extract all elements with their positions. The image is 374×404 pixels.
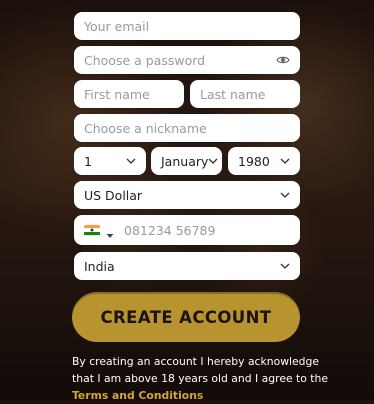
currency-value: US Dollar: [84, 187, 143, 203]
dob-year-select[interactable]: 1980: [228, 147, 300, 175]
disclaimer-text: By creating an account I hereby acknowle…: [72, 355, 329, 385]
nickname-placeholder: Choose a nickname: [84, 120, 207, 136]
phone-field[interactable]: 081234 56789: [74, 215, 300, 245]
country-select[interactable]: India: [74, 252, 300, 280]
chevron-down-icon: [280, 261, 290, 271]
last-name-field[interactable]: Last name: [190, 80, 300, 108]
india-flag-icon: [84, 224, 100, 236]
terms-disclaimer: By creating an account I hereby acknowle…: [72, 353, 332, 404]
dob-month-select[interactable]: January: [151, 147, 222, 175]
first-name-placeholder: First name: [84, 86, 150, 102]
chevron-down-icon: [280, 190, 290, 200]
caret-down-icon: [106, 227, 114, 238]
password-placeholder: Choose a password: [84, 52, 206, 68]
country-value: India: [84, 258, 115, 274]
phone-placeholder: 081234 56789: [124, 222, 216, 238]
dob-year-value: 1980: [238, 153, 270, 169]
dob-day-value: 1: [84, 153, 92, 169]
chevron-down-icon: [208, 156, 218, 166]
create-account-label: CREATE ACCOUNT: [100, 307, 272, 327]
terms-and-conditions-link[interactable]: Terms and Conditions: [72, 389, 203, 402]
eye-icon[interactable]: [276, 55, 290, 65]
currency-select[interactable]: US Dollar: [74, 181, 300, 209]
email-placeholder: Your email: [84, 18, 150, 34]
first-name-field[interactable]: First name: [74, 80, 184, 108]
chevron-down-icon: [126, 156, 136, 166]
last-name-placeholder: Last name: [200, 86, 266, 102]
email-field[interactable]: Your email: [74, 12, 300, 40]
nickname-field[interactable]: Choose a nickname: [74, 114, 300, 142]
password-field[interactable]: Choose a password: [74, 46, 300, 74]
create-account-button[interactable]: CREATE ACCOUNT: [72, 292, 300, 342]
dob-month-value: January: [161, 153, 209, 169]
dob-day-select[interactable]: 1: [74, 147, 146, 175]
phone-country-picker[interactable]: [84, 224, 114, 238]
chevron-down-icon: [280, 156, 290, 166]
